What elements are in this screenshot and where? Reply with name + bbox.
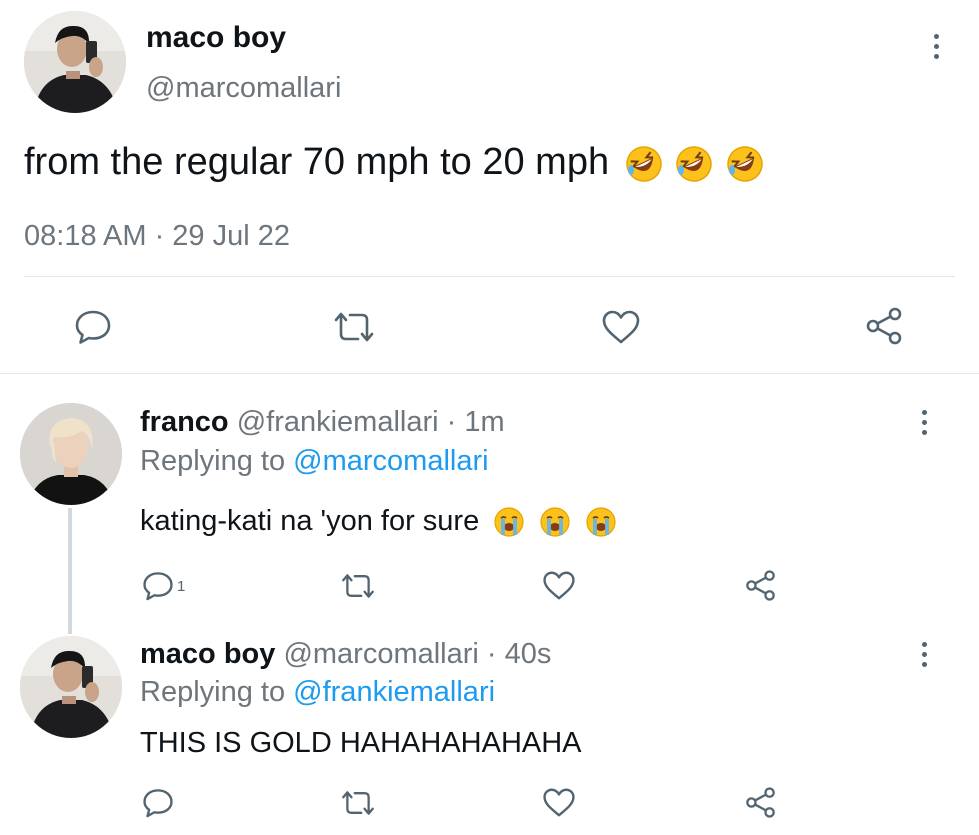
avatar[interactable] xyxy=(20,636,122,738)
loudly-crying-face-icon xyxy=(494,507,524,537)
more-vertical-icon xyxy=(921,641,927,647)
like-button[interactable] xyxy=(542,570,576,601)
more-options-button[interactable] xyxy=(914,404,934,440)
avatar-photo xyxy=(24,11,126,113)
avatar[interactable] xyxy=(24,11,126,113)
author-display-name[interactable]: maco boy xyxy=(146,20,286,56)
reply-header: maco boy @marcomallari · 40s xyxy=(140,636,551,672)
author-handle[interactable]: @marcomallari xyxy=(283,638,478,670)
share-button[interactable] xyxy=(864,306,904,346)
replying-to-handle[interactable]: @marcomallari xyxy=(293,445,488,477)
speech-bubble-icon xyxy=(143,572,173,601)
reply-text: kating-kati na 'yon for sure xyxy=(140,505,480,537)
reply-button[interactable] xyxy=(74,308,112,346)
loudly-crying-face-icon xyxy=(540,507,570,537)
like-button[interactable] xyxy=(601,309,641,345)
more-options-button[interactable] xyxy=(926,28,946,64)
share-button[interactable] xyxy=(744,786,777,819)
retweet-button[interactable] xyxy=(340,787,376,819)
tweet-timestamp[interactable]: 08:18 AM · 29 Jul 22 xyxy=(24,218,290,254)
speech-bubble-icon xyxy=(143,789,173,818)
replying-to-line: Replying to @marcomallari xyxy=(140,443,489,479)
share-icon xyxy=(746,787,775,818)
retweet-icon xyxy=(334,312,374,342)
reply-text: THIS IS GOLD HAHAHAHAHAHA xyxy=(140,727,582,759)
retweet-button[interactable] xyxy=(332,308,376,346)
share-icon xyxy=(866,307,902,345)
replying-to-line: Replying to @frankiemallari xyxy=(140,674,495,710)
heart-icon xyxy=(602,310,640,344)
divider xyxy=(0,373,979,374)
author-display-name[interactable]: maco boy xyxy=(140,638,275,670)
emoji-group xyxy=(493,505,617,537)
more-vertical-icon xyxy=(921,409,927,415)
reply-text-row: kating-kati na 'yon for sure xyxy=(140,503,617,539)
more-options-button[interactable] xyxy=(914,636,934,672)
avatar-photo xyxy=(20,403,122,505)
like-button[interactable] xyxy=(542,787,576,818)
loudly-crying-face-icon xyxy=(586,507,617,537)
retweet-icon xyxy=(342,574,374,598)
reply-header: franco @frankiemallari · 1m xyxy=(140,404,505,440)
rolling-on-floor-laughing-icon xyxy=(727,146,763,182)
more-vertical-icon xyxy=(933,33,939,39)
reply-time[interactable]: · 1m xyxy=(447,406,505,438)
speech-bubble-icon xyxy=(75,310,111,344)
rolling-on-floor-laughing-icon xyxy=(676,146,712,182)
share-button[interactable] xyxy=(744,569,777,602)
retweet-button[interactable] xyxy=(340,570,376,602)
share-icon xyxy=(746,570,775,601)
reply-button[interactable]: 1 xyxy=(142,570,185,602)
avatar-photo xyxy=(20,636,122,738)
reply-time[interactable]: · 40s xyxy=(487,638,551,670)
author-display-name[interactable]: franco xyxy=(140,406,229,438)
replying-to-label: Replying to xyxy=(140,676,286,708)
divider xyxy=(24,276,955,277)
heart-icon xyxy=(543,571,575,600)
rolling-on-floor-laughing-icon xyxy=(625,146,662,182)
replying-to-handle[interactable]: @frankiemallari xyxy=(293,676,495,708)
author-handle[interactable]: @marcomallari xyxy=(146,70,341,106)
heart-icon xyxy=(543,788,575,817)
tweet-text-row: from the regular 70 mph to 20 mph xyxy=(24,140,765,184)
thread-connector-line xyxy=(68,508,72,634)
reply-button[interactable] xyxy=(142,787,177,819)
retweet-icon xyxy=(342,791,374,815)
author-handle[interactable]: @frankiemallari xyxy=(237,406,439,438)
reply-count: 1 xyxy=(177,577,186,595)
avatar[interactable] xyxy=(20,403,122,505)
emoji-group xyxy=(624,141,765,183)
tweet-text: from the regular 70 mph to 20 mph xyxy=(24,141,610,183)
replying-to-label: Replying to xyxy=(140,445,286,477)
